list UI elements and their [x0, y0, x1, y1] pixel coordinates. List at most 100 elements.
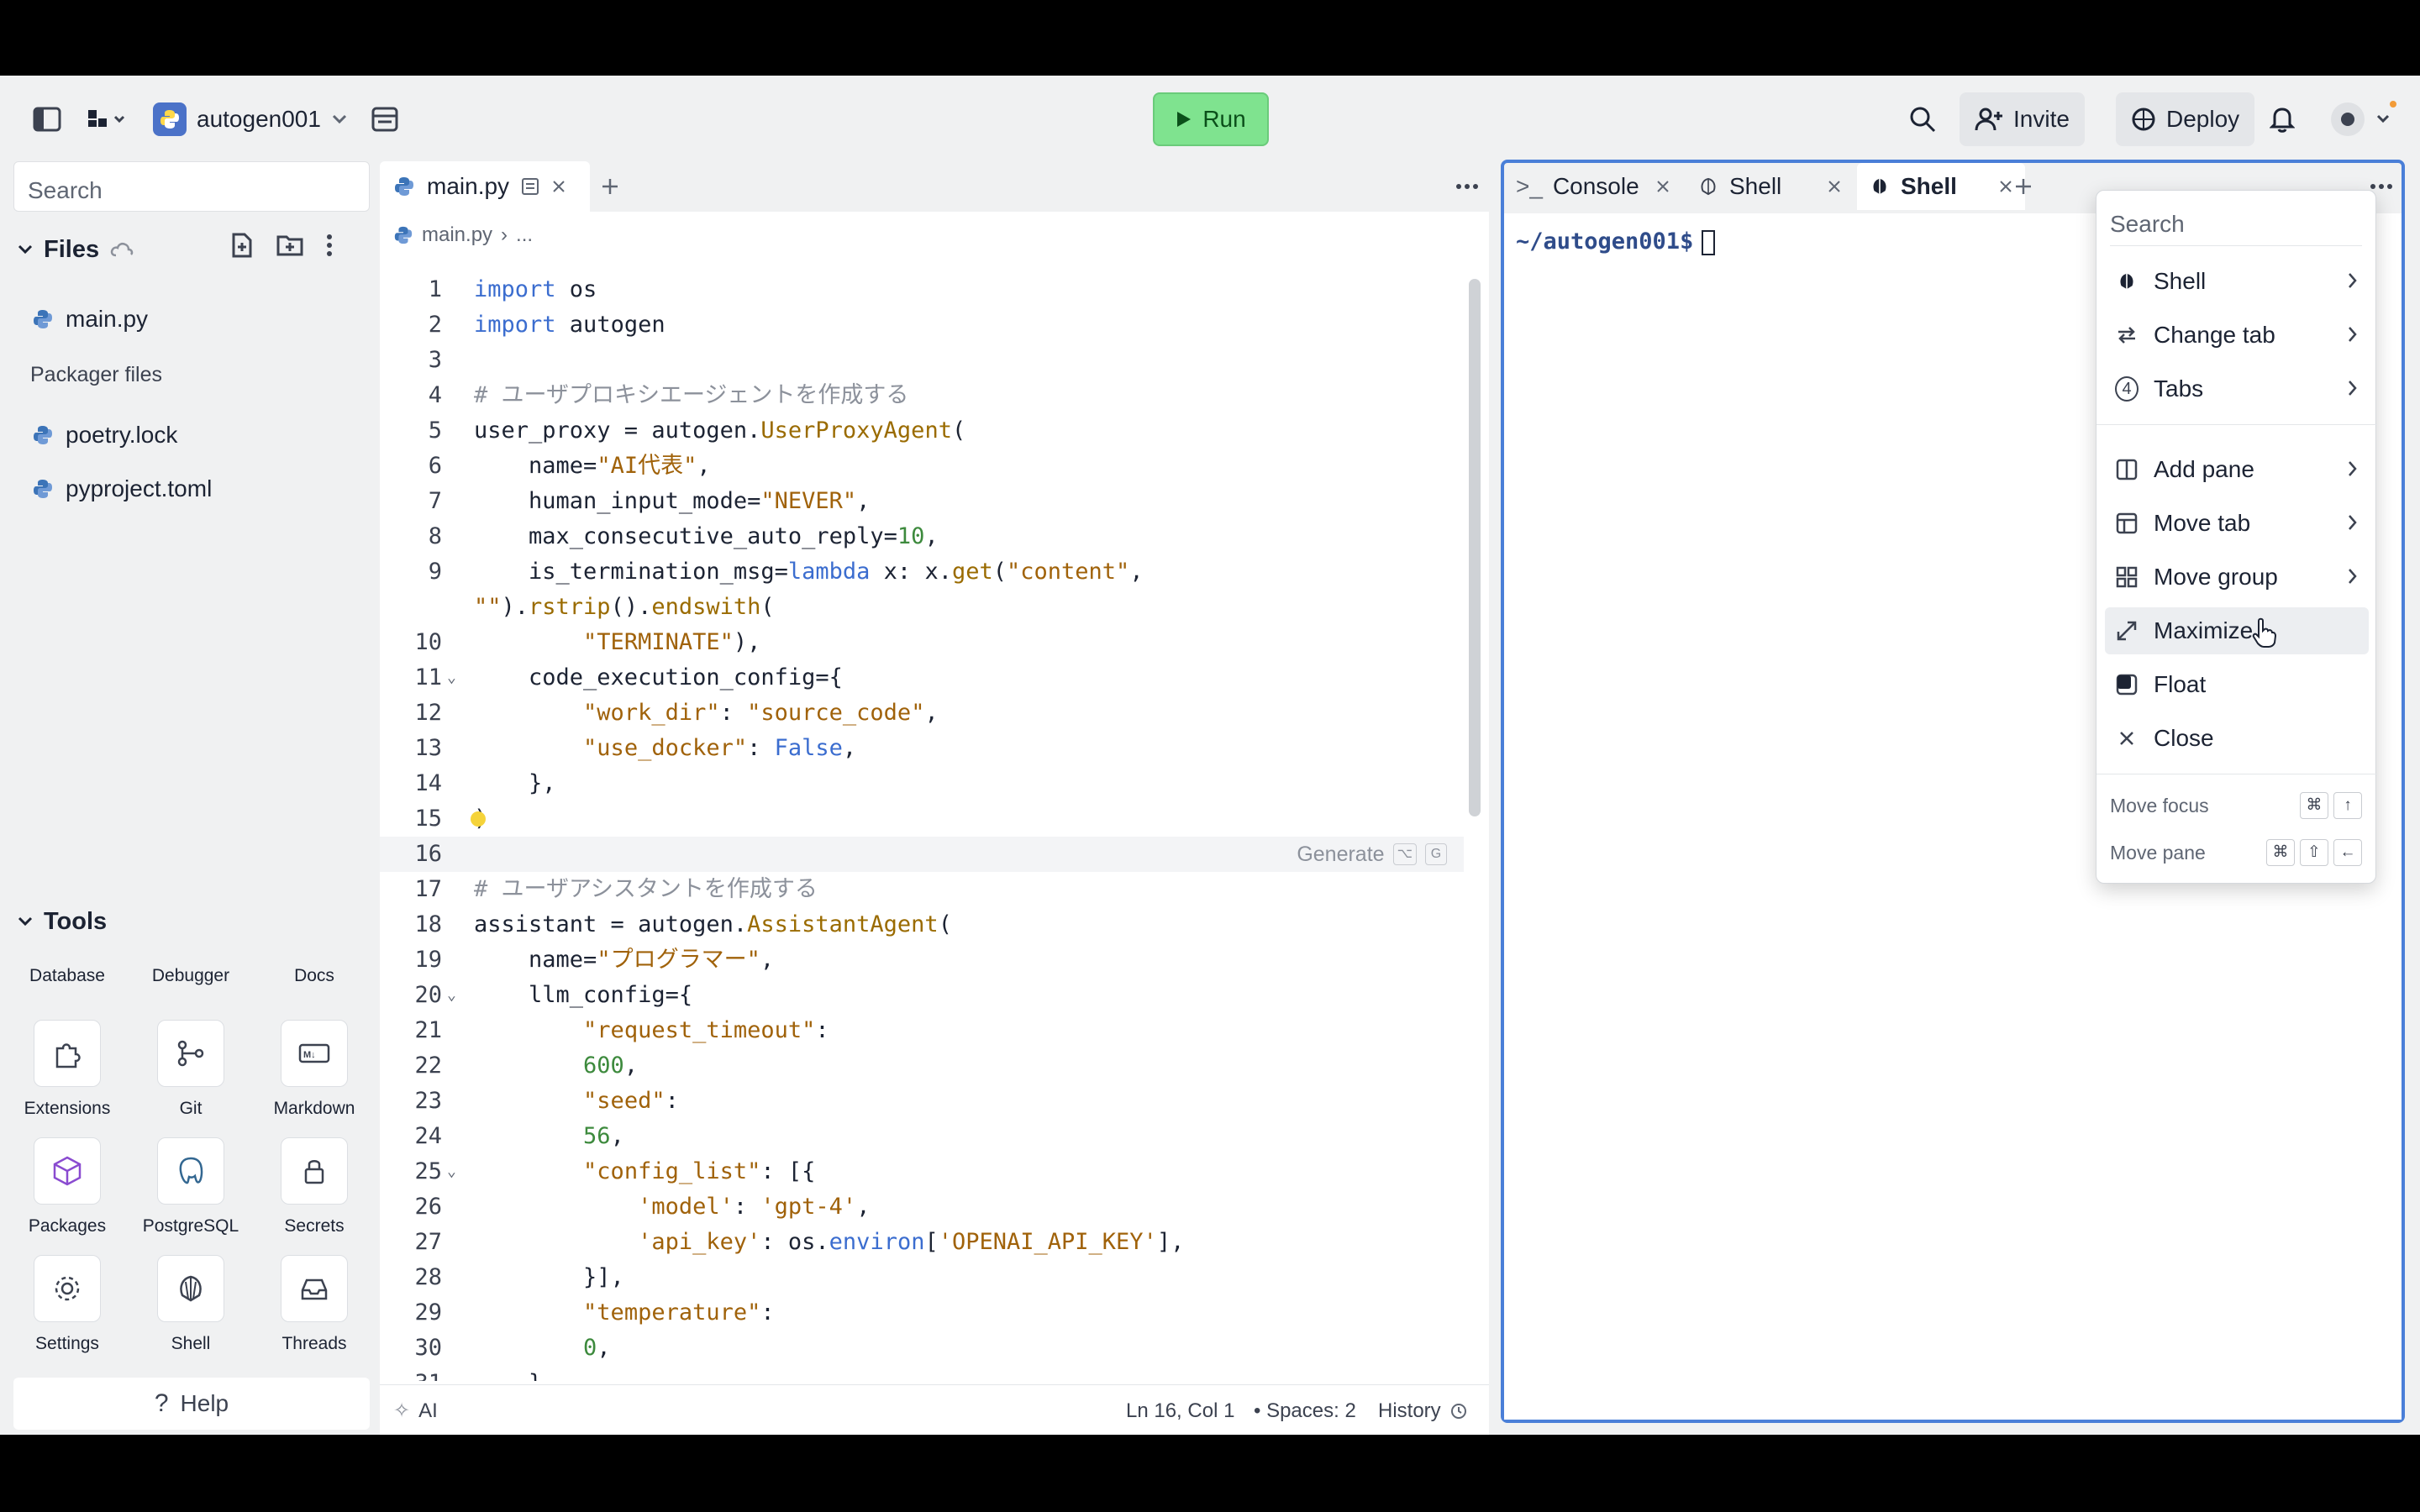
tool-docs[interactable]: Docs [255, 966, 373, 986]
close-icon[interactable] [1827, 179, 1842, 194]
menu-item-close[interactable]: Close [2105, 715, 2369, 762]
repl-title[interactable]: autogen001 [153, 101, 348, 138]
menu-item-shell[interactable]: Shell [2105, 258, 2369, 305]
fold-chevron-icon[interactable]: ⌄ [447, 1154, 456, 1189]
menu-search-input[interactable]: Search [2110, 201, 2362, 246]
tool-markdown[interactable]: M↓ Markdown [255, 1020, 373, 1119]
breadcrumb-file[interactable]: main.py [422, 223, 492, 247]
close-icon[interactable] [1655, 179, 1670, 194]
code-line[interactable]: 12 "work_dir": "source_code", [380, 696, 1464, 731]
code-line[interactable]: 6 name="AI代表", [380, 449, 1464, 484]
avatar[interactable] [2329, 101, 2396, 138]
generate-hint[interactable]: Generate ⌥ G [1297, 837, 1447, 872]
tool-shell[interactable]: Shell [132, 1255, 250, 1354]
code-line[interactable]: 1 import os [380, 272, 1464, 307]
file-item-main-py[interactable]: main.py [32, 302, 148, 336]
code-line[interactable]: 17 # ユーザアシスタントを作成する [380, 872, 1464, 907]
tool-settings[interactable]: Settings [8, 1255, 126, 1354]
run-button[interactable]: Run [1153, 92, 1269, 146]
bell-icon[interactable] [2264, 101, 2301, 138]
code-line[interactable]: 16 Generate ⌥ G [380, 837, 1464, 872]
search-icon[interactable] [1904, 101, 1941, 138]
file-item-pyproject-toml[interactable]: pyproject.toml [32, 472, 212, 506]
history-button[interactable]: History [1378, 1399, 1468, 1423]
tab-shell-1[interactable]: Shell [1686, 163, 1854, 210]
more-horizontal-icon[interactable] [1455, 183, 1479, 190]
tab-console[interactable]: >_ Console [1504, 163, 1682, 210]
code-area[interactable]: 1 import os 2 import autogen 3 4 # ユーザプロキシエージェ… [380, 272, 1464, 1381]
tab-shell-2[interactable]: Shell [1857, 163, 2025, 210]
code-line[interactable]: 22 600, [380, 1048, 1464, 1084]
code-line[interactable]: 18 assistant = autogen.AssistantAgent( [380, 907, 1464, 942]
plus-icon[interactable] [600, 176, 620, 197]
menu-item-move-tab[interactable]: Move tab [2105, 500, 2369, 547]
code-line[interactable]: 25 "config_list": [{⌄ [380, 1154, 1464, 1189]
code-line[interactable]: 11 code_execution_config={⌄ [380, 660, 1464, 696]
code-line[interactable]: 5 user_proxy = autogen.UserProxyAgent( [380, 413, 1464, 449]
code-line[interactable]: 20 llm_config={⌄ [380, 978, 1464, 1013]
file-item-poetry-lock[interactable]: poetry.lock [32, 418, 177, 452]
menu-item-tabs[interactable]: 4 Tabs [2105, 365, 2369, 412]
code-line[interactable]: 29 "temperature": [380, 1295, 1464, 1331]
menu-item-float[interactable]: Float [2105, 661, 2369, 708]
new-folder-icon[interactable] [276, 232, 304, 259]
code-line[interactable]: 23 "seed": [380, 1084, 1464, 1119]
tool-git[interactable]: Git [132, 1020, 250, 1119]
code-line[interactable]: 7 human_input_mode="NEVER", [380, 484, 1464, 519]
tab-main-py[interactable]: main.py [380, 161, 590, 212]
code-line[interactable]: 28 }], [380, 1260, 1464, 1295]
code-line[interactable]: 10 "TERMINATE"), [380, 625, 1464, 660]
layout-icon[interactable] [366, 101, 403, 138]
menu-item-add-pane[interactable]: Add pane [2105, 446, 2369, 493]
breadcrumb-rest[interactable]: ... [516, 223, 533, 247]
more-vertical-icon[interactable] [324, 232, 334, 259]
close-icon[interactable] [551, 179, 566, 194]
invite-button[interactable]: Invite [1960, 92, 2085, 146]
code-line[interactable]: 8 max_consecutive_auto_reply=10, [380, 519, 1464, 554]
code-line[interactable]: 26 'model': 'gpt-4', [380, 1189, 1464, 1225]
code-line[interactable]: 13 "use_docker": False, [380, 731, 1464, 766]
code-line[interactable]: 24 56, [380, 1119, 1464, 1154]
tool-debugger[interactable]: Debugger [132, 966, 250, 986]
plus-icon[interactable] [2013, 176, 2033, 197]
close-icon[interactable] [1998, 179, 2013, 194]
code-line[interactable]: 9 is_termination_msg=lambda x: x.get("co… [380, 554, 1464, 590]
menu-item-maximize[interactable]: Maximize [2105, 607, 2369, 654]
deploy-button[interactable]: Deploy [2116, 92, 2255, 146]
tool-packages[interactable]: Packages [8, 1137, 126, 1236]
files-header[interactable]: Files [17, 228, 134, 270]
code-line[interactable]: 3 [380, 343, 1464, 378]
sidebar-toggle-icon[interactable] [29, 101, 66, 138]
code-line[interactable]: 2 import autogen [380, 307, 1464, 343]
editor-scrollbar[interactable] [1469, 279, 1481, 816]
code-line[interactable]: 21 "request_timeout": [380, 1013, 1464, 1048]
more-horizontal-icon[interactable] [2370, 183, 2393, 190]
menu-item-change-tab[interactable]: Change tab [2105, 312, 2369, 359]
tool-extensions[interactable]: Extensions [8, 1020, 126, 1119]
tool-postgresql[interactable]: PostgreSQL [132, 1137, 250, 1236]
code-line[interactable]: 19 name="プログラマー", [380, 942, 1464, 978]
tool-threads[interactable]: Threads [255, 1255, 373, 1354]
code-line[interactable]: 14 }, [380, 766, 1464, 801]
tools-header[interactable]: Tools [17, 900, 107, 942]
code-line[interactable]: "").rstrip().endswith( [380, 590, 1464, 625]
help-button[interactable]: ? Help [13, 1378, 370, 1430]
fold-chevron-icon[interactable]: ⌄ [447, 978, 456, 1013]
code-line[interactable]: 15) [380, 801, 1464, 837]
search-input[interactable]: Search [13, 161, 370, 212]
preview-icon[interactable] [521, 177, 539, 196]
menu-item-move-group[interactable]: Move group [2105, 554, 2369, 601]
fold-chevron-icon[interactable]: ⌄ [447, 660, 456, 696]
code-line[interactable]: 4 # ユーザプロキシエージェントを作成する [380, 378, 1464, 413]
repl-menu-icon[interactable] [81, 101, 134, 138]
cursor-position[interactable]: Ln 16, Col 1 [1126, 1399, 1234, 1423]
new-file-icon[interactable] [229, 232, 255, 259]
tool-database[interactable]: Database [8, 966, 126, 986]
code-line[interactable]: 31 } [380, 1366, 1464, 1381]
tool-secrets[interactable]: Secrets [255, 1137, 373, 1236]
lightbulb-icon[interactable] [471, 811, 486, 827]
ai-button[interactable]: ✧ AI [393, 1399, 438, 1423]
indent-setting[interactable]: • Spaces: 2 [1254, 1399, 1356, 1423]
code-line[interactable]: 27 'api_key': os.environ['OPENAI_API_KEY… [380, 1225, 1464, 1260]
code-line[interactable]: 30 0, [380, 1331, 1464, 1366]
